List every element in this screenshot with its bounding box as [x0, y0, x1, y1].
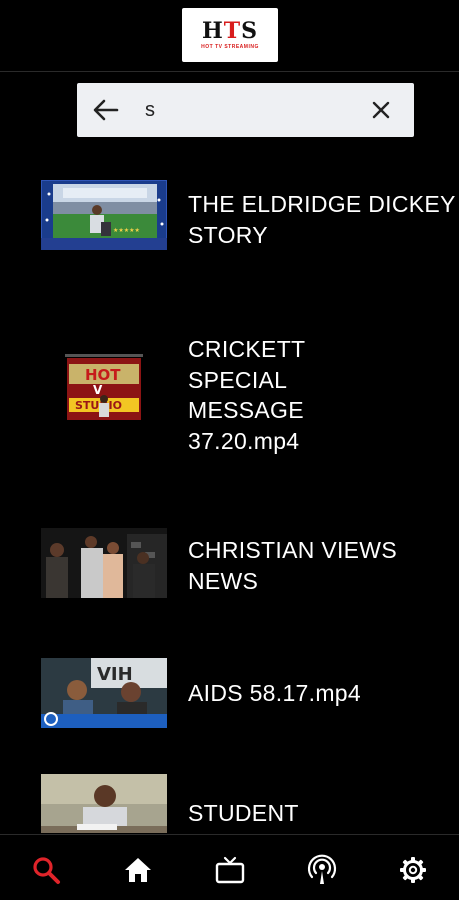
app-logo[interactable]: HTS HOT TV STREAMING: [182, 8, 278, 62]
tv-icon: [215, 856, 245, 884]
search-input[interactable]: [145, 93, 355, 127]
result-title: CHRISTIAN VIEWS NEWS: [188, 537, 397, 594]
home-icon: [125, 858, 151, 882]
nav-search[interactable]: [29, 853, 63, 887]
result-title: CRICKETT SPECIAL MESSAGE 37.20.mp4: [188, 336, 305, 454]
svg-text:V: V: [93, 383, 103, 397]
search-icon: [33, 857, 60, 884]
bottom-navigation: [0, 834, 459, 900]
app-header: HTS HOT TV STREAMING: [0, 0, 459, 72]
result-title: STUDENT: [188, 800, 299, 826]
news-anchors-thumbnail: VIH: [41, 658, 167, 728]
list-item[interactable]: CHRISTIAN VIEWS NEWS: [0, 528, 459, 600]
gear-icon: [400, 857, 426, 883]
list-item[interactable]: ★★★★★ THE ELDRIDGE DICKEY STORY: [0, 180, 459, 252]
nav-podcast[interactable]: [305, 853, 339, 887]
arrow-left-icon[interactable]: [91, 95, 121, 125]
search-results-list: ★★★★★ THE ELDRIDGE DICKEY STORY HOT V ST…: [0, 150, 459, 833]
logo-tagline: HOT TV STREAMING: [201, 44, 259, 50]
list-item[interactable]: HOT V STUDIO CRICKETT SPECIAL MESSAGE 37…: [0, 334, 459, 454]
man-at-desk-thumbnail: [41, 774, 167, 833]
logo-wordmark: HTS: [201, 18, 259, 44]
list-item[interactable]: STUDENT: [0, 774, 459, 833]
svg-text:★★★★★: ★★★★★: [113, 227, 140, 234]
nav-home[interactable]: [121, 853, 155, 887]
svg-text:VIH: VIH: [97, 664, 133, 685]
red-carpet-people-thumbnail: [41, 528, 167, 598]
close-icon[interactable]: [369, 98, 393, 122]
hot-tv-studio-thumbnail: HOT V STUDIO: [41, 352, 167, 422]
nav-tv[interactable]: [213, 853, 247, 887]
stadium-podium-thumbnail: ★★★★★: [41, 180, 167, 250]
search-bar: [77, 83, 414, 137]
result-title: THE ELDRIDGE DICKEY STORY: [188, 191, 456, 248]
podcast-icon: [307, 854, 337, 884]
svg-text:STUDIO: STUDIO: [75, 399, 122, 412]
list-item[interactable]: VIH AIDS 58.17.mp4: [0, 658, 459, 730]
nav-settings[interactable]: [396, 853, 430, 887]
svg-text:HOT: HOT: [85, 366, 121, 384]
result-title: AIDS 58.17.mp4: [188, 680, 361, 706]
